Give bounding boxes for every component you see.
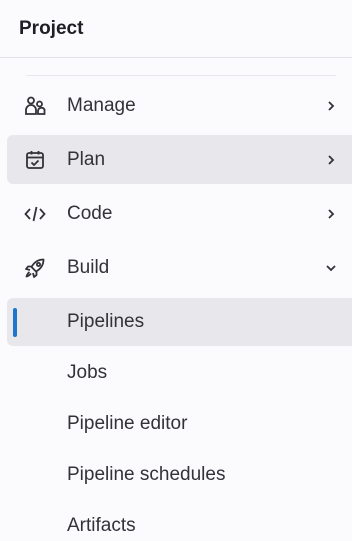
nav-item-label: Build	[67, 256, 110, 278]
subnav-item-pipelines[interactable]: Pipelines	[7, 298, 352, 346]
subnav-item-label: Pipeline schedules	[67, 464, 226, 485]
divider	[26, 75, 336, 76]
subnav-item-label: Pipeline editor	[67, 413, 188, 434]
calendar-check-icon	[23, 148, 47, 172]
nav-item-manage[interactable]: Manage	[7, 81, 352, 130]
nav-list: Manage Plan Code Build	[0, 81, 352, 297]
chevron-right-icon	[324, 153, 338, 167]
code-icon	[23, 202, 47, 226]
build-subnav: Pipelines Jobs Pipeline editor Pipeline …	[0, 298, 352, 541]
subnav-item-label: Pipelines	[67, 311, 145, 332]
subnav-item-jobs[interactable]: Jobs	[7, 349, 352, 397]
nav-item-label: Code	[67, 202, 113, 224]
subnav-item-pipeline-editor[interactable]: Pipeline editor	[7, 400, 352, 448]
subnav-item-artifacts[interactable]: Artifacts	[7, 502, 352, 541]
project-sidebar: Project Manage Plan Code Build Pipelines…	[0, 0, 352, 541]
chevron-right-icon	[324, 99, 338, 113]
subnav-item-label: Artifacts	[67, 515, 136, 536]
nav-item-code[interactable]: Code	[7, 189, 352, 238]
subnav-item-pipeline-schedules[interactable]: Pipeline schedules	[7, 451, 352, 499]
chevron-down-icon	[324, 261, 338, 275]
subnav-item-label: Jobs	[67, 362, 108, 383]
users-icon	[23, 94, 47, 118]
chevron-right-icon	[324, 207, 338, 221]
nav-item-build[interactable]: Build	[7, 243, 352, 292]
rocket-icon	[23, 256, 47, 280]
nav-item-label: Manage	[67, 94, 136, 116]
active-indicator	[13, 308, 17, 337]
section-title: Project	[0, 0, 352, 58]
nav-item-plan[interactable]: Plan	[7, 135, 352, 184]
nav-item-label: Plan	[67, 148, 106, 170]
